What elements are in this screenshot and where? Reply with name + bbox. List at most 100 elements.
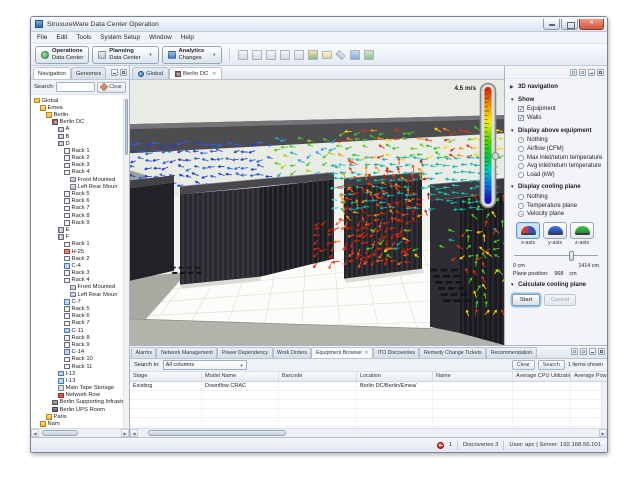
column-header-stage[interactable]: Stage: [130, 372, 202, 381]
radio-icon[interactable]: [518, 163, 524, 169]
tree-item-rack-2[interactable]: Rack 2: [31, 155, 129, 162]
tree-item-d[interactable]: D: [31, 140, 129, 147]
tree-item-rack-3[interactable]: Rack 3: [31, 270, 129, 277]
tree-item-left-rear-moun[interactable]: Left Rear Moun: [31, 291, 129, 298]
tree-item-front-mounted[interactable]: Front Mounted: [31, 284, 129, 291]
checkbox-equipment[interactable]: Equipment: [505, 105, 607, 114]
menu-tools[interactable]: Tools: [76, 34, 91, 41]
document-blue-icon[interactable]: [349, 49, 360, 60]
search-in-select[interactable]: All columns ▼: [163, 360, 247, 370]
radio-icon[interactable]: [518, 146, 524, 152]
radio-plane-velocity-plane[interactable]: Velocity plane: [505, 210, 607, 219]
tab-network-management[interactable]: Network Management: [156, 347, 217, 359]
alarm-icon[interactable]: [437, 442, 444, 449]
tree-item-berlin-dc[interactable]: Berlin DC: [31, 119, 129, 126]
screenshot-icon[interactable]: [307, 49, 318, 60]
tree-item-berlin-ups-room[interactable]: Berlin UPS Room: [31, 406, 129, 413]
redo-icon[interactable]: [265, 49, 276, 60]
close-button[interactable]: [579, 19, 604, 30]
clear-filter-button[interactable]: Clear: [512, 360, 535, 370]
menu-file[interactable]: File: [37, 34, 47, 41]
close-tab-icon[interactable]: ✕: [212, 71, 216, 77]
panel-maximize-icon[interactable]: [598, 348, 605, 355]
tree-item-rack-10[interactable]: Rack 10: [31, 356, 129, 363]
tree-vertical-scrollbar[interactable]: [123, 97, 129, 428]
panel-maximize-icon[interactable]: [597, 69, 604, 76]
tree-horizontal-scrollbar[interactable]: ◀ ▶: [31, 428, 129, 437]
tree-item-rack-1[interactable]: Rack 1: [31, 147, 129, 154]
tree-item-rack-9[interactable]: Rack 9: [31, 341, 129, 348]
table-horizontal-scrollbar[interactable]: ◀ ▶: [130, 428, 607, 437]
tree-item-c-11[interactable]: C-11: [31, 327, 129, 334]
tree-item-rack-6[interactable]: Rack 6: [31, 313, 129, 320]
minimize-button[interactable]: [543, 19, 560, 30]
column-header-average-cpu-utilization[interactable]: Average CPU Utilization ...: [513, 372, 571, 381]
velocity-color-scale[interactable]: [478, 82, 499, 210]
table-row[interactable]: ExistingDownflow CRACBerlin DC/Berlin/Em…: [130, 382, 607, 391]
tree-item-c-4[interactable]: C-4: [31, 262, 129, 269]
panel-maximize-icon[interactable]: [120, 69, 127, 76]
scroll-right-icon[interactable]: ▶: [121, 429, 129, 437]
pin-icon[interactable]: [279, 49, 290, 60]
tree-item-left-rear-moun[interactable]: Left Rear Moun: [31, 183, 129, 190]
tree-item-rack-5[interactable]: Rack 5: [31, 305, 129, 312]
tree-item-rack-4[interactable]: Rack 4: [31, 169, 129, 176]
tab-genomes[interactable]: Genomes: [71, 67, 107, 79]
checkbox-walls[interactable]: Walls: [505, 114, 607, 123]
scroll-left-icon[interactable]: ◀: [31, 429, 39, 437]
tree-item-rack-3[interactable]: Rack 3: [31, 162, 129, 169]
tab-navigation[interactable]: Navigation: [33, 67, 71, 79]
panel-minimize-icon[interactable]: [111, 69, 118, 76]
tab-power-dependency[interactable]: Power Dependency: [217, 347, 272, 359]
tree-item-rack-1[interactable]: Rack 1: [31, 241, 129, 248]
radio-above-nothing[interactable]: Nothing: [505, 136, 607, 145]
table-vertical-scrollbar[interactable]: [601, 382, 607, 428]
3d-viewport[interactable]: 4.5 m/s: [130, 80, 504, 345]
tree-item-c-7[interactable]: C-7: [31, 298, 129, 305]
tree-item-rack-4[interactable]: Rack 4: [31, 277, 129, 284]
maximize-button[interactable]: [561, 19, 578, 30]
menu-help[interactable]: Help: [181, 34, 194, 41]
chevron-down-icon[interactable]: ▼: [212, 52, 216, 57]
tree-item-rack-6[interactable]: Rack 6: [31, 198, 129, 205]
undo-icon[interactable]: [251, 49, 262, 60]
scroll-left-icon[interactable]: ◀: [130, 429, 138, 437]
radio-above-airflow-cfm[interactable]: Airflow (CFM): [505, 144, 607, 153]
clear-search-button[interactable]: Clear: [97, 82, 126, 93]
planning-mode-button[interactable]: Planning Data Center ▼: [92, 46, 158, 64]
section-show[interactable]: ▼ Show: [505, 92, 607, 105]
export-icon[interactable]: [580, 348, 587, 355]
search-button[interactable]: Search: [538, 360, 565, 370]
tree-item-rack-7[interactable]: Rack 7: [31, 205, 129, 212]
tree-item-i-13[interactable]: I-13: [31, 377, 129, 384]
tree-item-b[interactable]: B: [31, 133, 129, 140]
menu-window[interactable]: Window: [149, 34, 172, 41]
radio-plane-nothing[interactable]: Nothing: [505, 192, 607, 201]
plane-position-slider[interactable]: [514, 251, 598, 261]
slider-thumb[interactable]: [569, 251, 574, 261]
tab-work-orders[interactable]: Work Orders: [273, 347, 312, 359]
email-icon[interactable]: [321, 49, 332, 60]
tree-item-berlin[interactable]: Berlin: [31, 111, 129, 118]
scroll-right-icon[interactable]: ▶: [599, 429, 607, 437]
tab-recommendation[interactable]: Recommendation: [486, 347, 537, 359]
operations-mode-button[interactable]: Operations Data Center: [35, 46, 89, 64]
tree-item-rack-8[interactable]: Rack 8: [31, 334, 129, 341]
tab-alarms[interactable]: Alarms: [131, 347, 156, 359]
radio-icon[interactable]: [518, 203, 524, 209]
section-3d-navigation[interactable]: ▶ 3D navigation: [505, 79, 607, 92]
radio-icon[interactable]: [518, 211, 524, 217]
tab-ito-discoveries[interactable]: ITO Discoveries: [373, 347, 420, 359]
radio-above-load-kw[interactable]: Load (kW): [505, 171, 607, 180]
panel-minimize-icon[interactable]: [589, 348, 596, 355]
save-icon[interactable]: [237, 49, 248, 60]
radio-plane-temperature-plane[interactable]: Temperature plane: [505, 201, 607, 210]
tree-item-rack-11[interactable]: Rack 11: [31, 363, 129, 370]
tree-item-rack-8[interactable]: Rack 8: [31, 212, 129, 219]
tree-item-emea[interactable]: Emea: [31, 104, 129, 111]
tools-icon[interactable]: [335, 49, 346, 60]
tree-item-rack-2[interactable]: Rack 2: [31, 255, 129, 262]
tree-item-paris[interactable]: Paris: [31, 413, 129, 420]
tree-item-nam[interactable]: Nam: [31, 420, 129, 427]
cancel-button[interactable]: Cancel: [544, 294, 576, 306]
